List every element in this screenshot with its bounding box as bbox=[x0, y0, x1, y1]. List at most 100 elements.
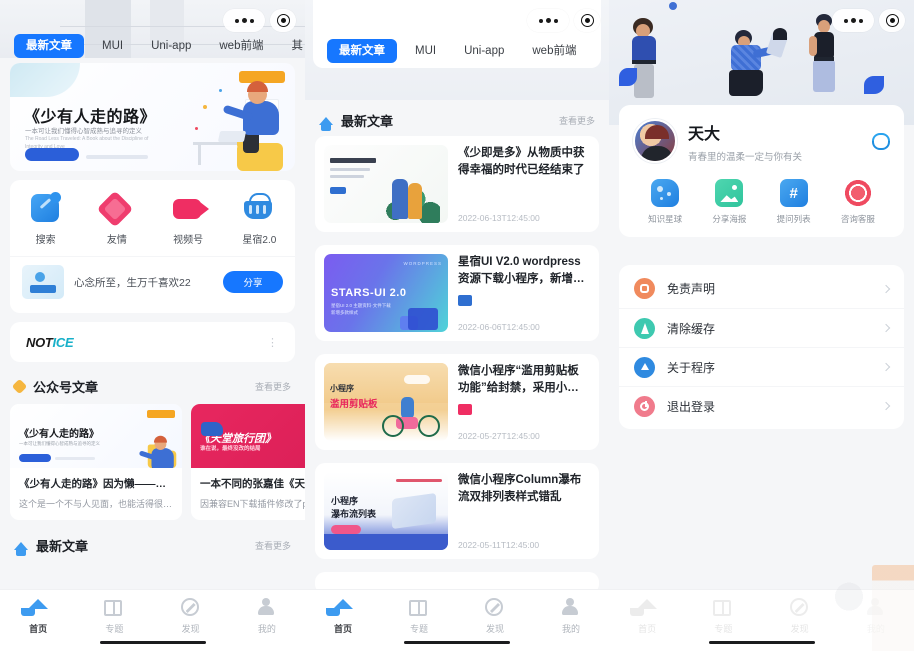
tab-latest-articles[interactable]: 最新文章 bbox=[14, 33, 84, 58]
banner-illustration bbox=[193, 75, 289, 171]
section-header-latest-articles: 最新文章 查看更多 bbox=[305, 105, 609, 138]
tab-more[interactable]: 其 bbox=[277, 34, 305, 58]
quick-action-friendship[interactable]: 友情 bbox=[81, 190, 152, 246]
quick-action-label: 搜索 bbox=[35, 235, 56, 246]
chevron-right-icon bbox=[881, 284, 891, 293]
share-thumbnail bbox=[22, 265, 64, 299]
tab-mine[interactable]: 我的 bbox=[533, 598, 609, 635]
article-card[interactable]: 小程序 滥用剪贴板 微信小程序“滥用剪贴板功能”给封禁，采用小程序… 2022-… bbox=[315, 354, 599, 450]
refresh-icon[interactable] bbox=[870, 131, 890, 151]
tab-uniapp[interactable]: Uni-app bbox=[450, 39, 518, 63]
public-article-card[interactable]: 《天堂旅行团》 谁在说，最终没改的结局 一本不同的张嘉佳《天堂… 因兼容EN下载… bbox=[191, 404, 305, 520]
category-tabs[interactable]: 最新文章 MUI Uni-app web前端 其 bbox=[0, 28, 305, 63]
article-card[interactable]: 《少即是多》从物质中获得幸福的时代已经结束了 2022-06-13T12:45:… bbox=[315, 136, 599, 232]
tab-mine[interactable]: 我的 bbox=[229, 598, 305, 635]
cover-subtitle: 谁在说，最终没改的结局 bbox=[200, 446, 261, 452]
menu-item-clear-cache[interactable]: 清除缓存 bbox=[619, 308, 904, 347]
bottom-tab-bar[interactable]: 首页 专题 发现 我的 bbox=[305, 589, 609, 651]
home-icon bbox=[28, 599, 49, 609]
section-header-latest-articles: 最新文章 查看更多 bbox=[0, 530, 305, 563]
tab-mui[interactable]: MUI bbox=[401, 39, 450, 63]
phone-screen-article-list: 最新文章 MUI Uni-app web前端 其 最新文章 查看更多 《少即是多… bbox=[305, 0, 609, 651]
section-title: 公众号文章 bbox=[33, 380, 99, 395]
article-card[interactable]: WORDPRESS STARS-UI 2.0 星宿UI 2.0 主题资料·文件下… bbox=[315, 245, 599, 341]
quick-action-label: 星宿2.0 bbox=[242, 235, 277, 246]
public-articles-scroller[interactable]: 《少有人走的路》 一本可让我们懂得心智成熟与追寻的定义 《少有人走的路》因为懒—… bbox=[0, 404, 305, 530]
tab-label: 首页 bbox=[29, 624, 48, 634]
see-more-link[interactable]: 查看更多 bbox=[255, 380, 291, 393]
tab-latest-articles[interactable]: 最新文章 bbox=[327, 38, 397, 63]
quick-action-search[interactable]: 搜索 bbox=[10, 192, 81, 246]
search-icon bbox=[30, 192, 61, 222]
menu-item-disclaimer[interactable]: 免责声明 bbox=[619, 269, 904, 308]
tab-discover[interactable]: 发现 bbox=[153, 598, 229, 635]
notice-card[interactable]: NOTICE ⋮ bbox=[10, 322, 295, 362]
notice-logo-a: NOT bbox=[26, 334, 53, 350]
article-body: 《少即是多》从物质中获得幸福的时代已经结束了 2022-06-13T12:45:… bbox=[458, 145, 590, 223]
diamond-icon bbox=[11, 378, 28, 395]
tab-label: 专题 bbox=[409, 624, 428, 634]
quick-action-label: 提问列表 bbox=[776, 214, 811, 224]
article-thumbnail: 小程序 瀑布流列表 bbox=[324, 472, 448, 550]
tab-mui[interactable]: MUI bbox=[88, 34, 137, 58]
close-target-icon[interactable] bbox=[270, 9, 296, 32]
banner-cta-button[interactable] bbox=[25, 148, 79, 161]
profile-card: 天大 青春里的温柔一定与你有关 知识星球 分享海报 # 提问列表 咨询客服 bbox=[619, 105, 904, 237]
chevron-right-icon bbox=[881, 362, 891, 372]
quick-action-question-list[interactable]: # 提问列表 bbox=[762, 179, 826, 225]
basket-icon bbox=[244, 193, 273, 219]
tab-topics[interactable]: 专题 bbox=[76, 598, 152, 635]
wechat-capsule[interactable] bbox=[832, 9, 905, 32]
more-options-icon[interactable] bbox=[832, 9, 874, 32]
article-card[interactable]: 小程序 瀑布流列表 微信小程序Column瀑布流双排列表样式错乱 2022-05… bbox=[315, 463, 599, 559]
quick-action-knowledge-planet[interactable]: 知识星球 bbox=[633, 179, 697, 225]
quick-action-xingsu[interactable]: 星宿2.0 bbox=[224, 193, 295, 246]
avatar[interactable] bbox=[633, 119, 677, 163]
notice-menu-icon[interactable]: ⋮ bbox=[267, 336, 279, 349]
quick-action-share-poster[interactable]: 分享海报 bbox=[697, 179, 761, 225]
tab-home[interactable]: 首页 bbox=[305, 598, 381, 635]
tab-home[interactable]: 首页 bbox=[0, 598, 76, 635]
article-date: 2022-05-27T12:45:00 bbox=[458, 431, 540, 441]
home-indicator bbox=[404, 641, 510, 644]
public-article-card[interactable]: 《少有人走的路》 一本可让我们懂得心智成熟与追寻的定义 《少有人走的路》因为懒—… bbox=[10, 404, 182, 520]
home-icon bbox=[319, 116, 333, 131]
bottom-tab-bar[interactable]: 首页 专题 发现 我的 bbox=[609, 565, 914, 651]
article-list[interactable]: 《少即是多》从物质中获得幸福的时代已经结束了 2022-06-13T12:45:… bbox=[305, 136, 609, 589]
article-card-partial[interactable] bbox=[315, 572, 599, 589]
quick-action-video[interactable]: 视频号 bbox=[153, 194, 224, 246]
more-options-icon[interactable] bbox=[223, 9, 265, 32]
article-title: 微信小程序Column瀑布流双排列表样式错乱 bbox=[458, 474, 582, 504]
tab-home[interactable]: 首页 bbox=[609, 598, 685, 635]
tab-label: 发现 bbox=[790, 624, 809, 634]
menu-item-label: 关于程序 bbox=[667, 360, 716, 375]
tab-web-frontend[interactable]: web前端 bbox=[205, 34, 277, 58]
close-target-icon[interactable] bbox=[574, 9, 600, 32]
tab-web-frontend[interactable]: web前端 bbox=[518, 39, 590, 63]
see-more-link[interactable]: 查看更多 bbox=[559, 114, 595, 127]
power-icon bbox=[634, 395, 655, 417]
cover-tag bbox=[147, 410, 175, 418]
wechat-capsule[interactable] bbox=[223, 9, 296, 32]
quick-action-customer-service[interactable]: 咨询客服 bbox=[826, 179, 890, 225]
article-badge bbox=[458, 403, 472, 415]
tab-topics[interactable]: 专题 bbox=[381, 598, 457, 635]
profile-info: 天大 青春里的温柔一定与你有关 bbox=[688, 120, 859, 163]
close-target-icon[interactable] bbox=[879, 9, 905, 32]
featured-banner[interactable]: 《少有人走的路》 一本可让我们懂得心智成熟与追寻的定义 The Road Les… bbox=[10, 63, 295, 171]
video-icon bbox=[173, 199, 210, 219]
bottom-tab-bar[interactable]: 首页 专题 发现 我的 bbox=[0, 589, 305, 651]
article-body: 微信小程序Column瀑布流双排列表样式错乱 2022-05-11T12:45:… bbox=[458, 472, 590, 550]
share-button[interactable]: 分享 bbox=[223, 271, 283, 293]
tab-more[interactable]: 其 bbox=[590, 39, 601, 63]
tab-topics[interactable]: 专题 bbox=[685, 598, 761, 635]
wechat-capsule[interactable] bbox=[527, 9, 600, 32]
article-body: 星宿UI V2.0 wordpress资源下载小程序，新增文件下… 2022-0… bbox=[458, 254, 590, 332]
menu-item-logout[interactable]: 退出登录 bbox=[619, 386, 904, 425]
tab-uniapp[interactable]: Uni-app bbox=[137, 34, 205, 58]
book-icon bbox=[409, 600, 427, 616]
tab-discover[interactable]: 发现 bbox=[457, 598, 533, 635]
more-options-icon[interactable] bbox=[527, 9, 569, 32]
menu-item-about[interactable]: 关于程序 bbox=[619, 347, 904, 386]
see-more-link[interactable]: 查看更多 bbox=[255, 539, 291, 552]
